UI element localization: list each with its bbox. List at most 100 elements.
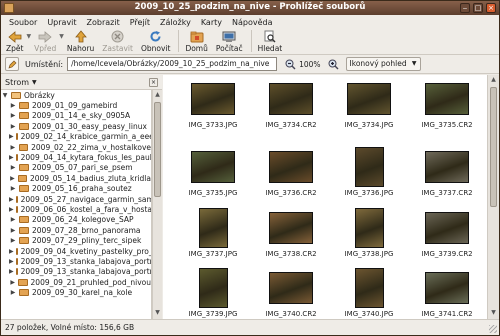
file-item[interactable]: IMG_3741.CR2 [409,266,485,319]
tree-item[interactable]: ▶ 2009_07_29_pliny_terc_sipek [1,235,151,245]
expander-closed-icon[interactable]: ▶ [9,123,17,130]
expander-open-icon[interactable]: ▼ [1,92,9,99]
menu-file[interactable]: Soubor [4,18,42,27]
expander-closed-icon[interactable]: ▶ [9,185,17,192]
title-bar[interactable]: 2009_10_25_podzim_na_nive - Prohlížeč so… [1,1,499,15]
tree-item[interactable]: ▶ 2009_05_07_pari_se_psem [1,163,151,173]
close-button[interactable]: × [486,3,496,13]
zoom-out-button[interactable] [283,57,297,71]
back-button[interactable]: Zpět [3,29,26,54]
tree-item[interactable]: ▶ 2009_05_14_badius_zluta_kridla [1,173,151,183]
home-button[interactable]: Domů [182,29,210,54]
tree-item[interactable]: ▶ 2009_01_30_easy_peasy_linux [1,121,151,131]
image-thumbnail [191,83,235,115]
zoom-in-button[interactable] [327,57,341,71]
tree-item[interactable]: ▶ 2009_02_22_zima_v_hostalkove [1,142,151,152]
expander-closed-icon[interactable]: ▶ [9,279,16,286]
close-sidebar-button[interactable]: × [149,78,158,87]
main-scroll-thumb[interactable] [490,87,497,207]
minimize-button[interactable]: ‒ [460,3,470,13]
tree-item[interactable]: ▶ 2009_09_21_pruhled_pod_nivou [1,277,151,287]
scroll-down-icon[interactable]: ▼ [489,309,498,318]
expander-closed-icon[interactable]: ▶ [9,248,14,255]
expander-closed-icon[interactable]: ▶ [9,258,14,265]
expander-closed-icon[interactable]: ▶ [9,144,17,151]
zoom-in-icon [328,59,339,69]
chevron-down-icon[interactable]: ▼ [32,79,37,86]
expander-closed-icon[interactable]: ▶ [9,237,17,244]
expander-closed-icon[interactable]: ▶ [9,112,17,119]
scroll-up-icon[interactable]: ▲ [489,76,498,85]
scroll-up-icon[interactable]: ▲ [153,91,162,100]
toggle-path-button[interactable] [5,57,19,71]
reload-button[interactable]: Obnovit [138,29,173,54]
tree-item[interactable]: ▶ 2009_06_24_kolegove_SAP [1,215,151,225]
file-item[interactable]: IMG_3736.CR2 [253,145,329,203]
view-mode-select[interactable]: Ikonový pohled ▼ [345,57,421,71]
expander-closed-icon[interactable]: ▶ [9,289,17,296]
tree-item[interactable]: ▶ 2009_06_06_kostel_a_fara_v_hostal [1,204,151,214]
file-item[interactable]: IMG_3738.CR2 [253,206,329,264]
tree-item[interactable]: ▶ 2009_02_14_krabice_garmin_a_eee [1,132,151,142]
scroll-down-icon[interactable]: ▼ [153,309,162,318]
file-item[interactable]: IMG_3737.CR2 [409,145,485,203]
menu-bookmarks[interactable]: Záložky [155,18,196,27]
file-item[interactable]: IMG_3734.JPG [331,77,407,135]
expander-closed-icon[interactable]: ▶ [9,175,16,182]
computer-button[interactable]: Počítač [213,29,246,54]
file-item[interactable]: IMG_3736.JPG [331,145,407,203]
expander-closed-icon[interactable]: ▶ [9,206,14,213]
menu-edit[interactable]: Upravit [42,18,81,27]
file-icon-view[interactable]: IMG_3733.JPG IMG_3734.CR2 IMG_3734.JPG IMG_… [163,75,487,319]
image-thumbnail [269,212,313,244]
expander-closed-icon[interactable]: ▶ [9,196,14,203]
expander-closed-icon[interactable]: ▶ [9,154,14,161]
expander-closed-icon[interactable]: ▶ [9,164,17,171]
file-item[interactable]: IMG_3739.CR2 [409,206,485,264]
tree-item[interactable]: ▶ 2009_01_14_e_sky_0905A [1,111,151,121]
expander-closed-icon[interactable]: ▶ [9,268,14,275]
tree-item-root[interactable]: ▼ Obrázky [1,90,151,100]
sidebar-mode-select[interactable]: Strom [5,78,29,87]
file-item[interactable]: IMG_3733.JPG [175,77,251,135]
tree-item-label: 2009_02_14_krabice_garmin_a_eee [20,132,152,142]
image-thumbnail [355,208,384,248]
expander-closed-icon[interactable]: ▶ [9,102,17,109]
resize-grip-icon[interactable] [489,325,497,333]
tree-item[interactable]: ▶ 2009_07_28_brno_panorama [1,225,151,235]
tree-item[interactable]: ▶ 2009_09_30_karel_na_kole [1,287,151,297]
file-item[interactable]: IMG_3735.CR2 [409,77,485,135]
menu-tabs[interactable]: Karty [196,18,227,27]
expander-closed-icon[interactable]: ▶ [9,216,17,223]
tree-item[interactable]: ▶ 2009_05_16_praha_soutez [1,184,151,194]
file-item[interactable]: IMG_3734.CR2 [253,77,329,135]
forward-button[interactable]: Vpřed [31,29,59,54]
file-item[interactable]: IMG_3740.JPG [331,266,407,319]
zoom-level[interactable]: 100% [299,60,320,69]
sidebar-scrollbar[interactable]: ▲ ▼ [152,90,162,319]
file-item[interactable]: IMG_3738.JPG [331,206,407,264]
stop-button[interactable]: Zastavit [99,29,136,54]
main-scrollbar[interactable]: ▲ ▼ [487,75,499,319]
file-item[interactable]: IMG_3737.JPG [175,206,251,264]
menu-go[interactable]: Přejít [125,18,155,27]
maximize-button[interactable]: □ [473,3,483,13]
up-button[interactable]: Nahoru [64,29,97,54]
location-input[interactable]: /home/lcevela/Obrázky/2009_10_25_podzim_… [67,57,278,71]
menu-view[interactable]: Zobrazit [82,18,125,27]
menu-help[interactable]: Nápověda [227,18,278,27]
file-item[interactable]: IMG_3739.JPG [175,266,251,319]
tree-item-label: 2009_09_21_pruhled_pod_nivou [30,277,151,287]
sidebar-scroll-thumb[interactable] [154,102,161,197]
search-button[interactable]: Hledat [255,29,286,54]
file-item[interactable]: IMG_3735.JPG [175,145,251,203]
tree-item[interactable]: ▶ 2009_05_27_navigace_garmin_samo [1,194,151,204]
file-item[interactable]: IMG_3740.CR2 [253,266,329,319]
expander-closed-icon[interactable]: ▶ [9,227,17,234]
tree-item[interactable]: ▶ 2009_09_13_stanka_labajova_portre [1,256,151,266]
expander-closed-icon[interactable]: ▶ [9,133,14,140]
tree-item[interactable]: ▶ 2009_09_13_stanka_labajova_portre [1,267,151,277]
tree-item[interactable]: ▶ 2009_04_14_kytara_fokus_les_paul [1,152,151,162]
tree-item[interactable]: ▶ 2009_09_04_kvetiny_pastelky_pro_t [1,246,151,256]
tree-item[interactable]: ▶ 2009_01_09_gamebird [1,100,151,110]
